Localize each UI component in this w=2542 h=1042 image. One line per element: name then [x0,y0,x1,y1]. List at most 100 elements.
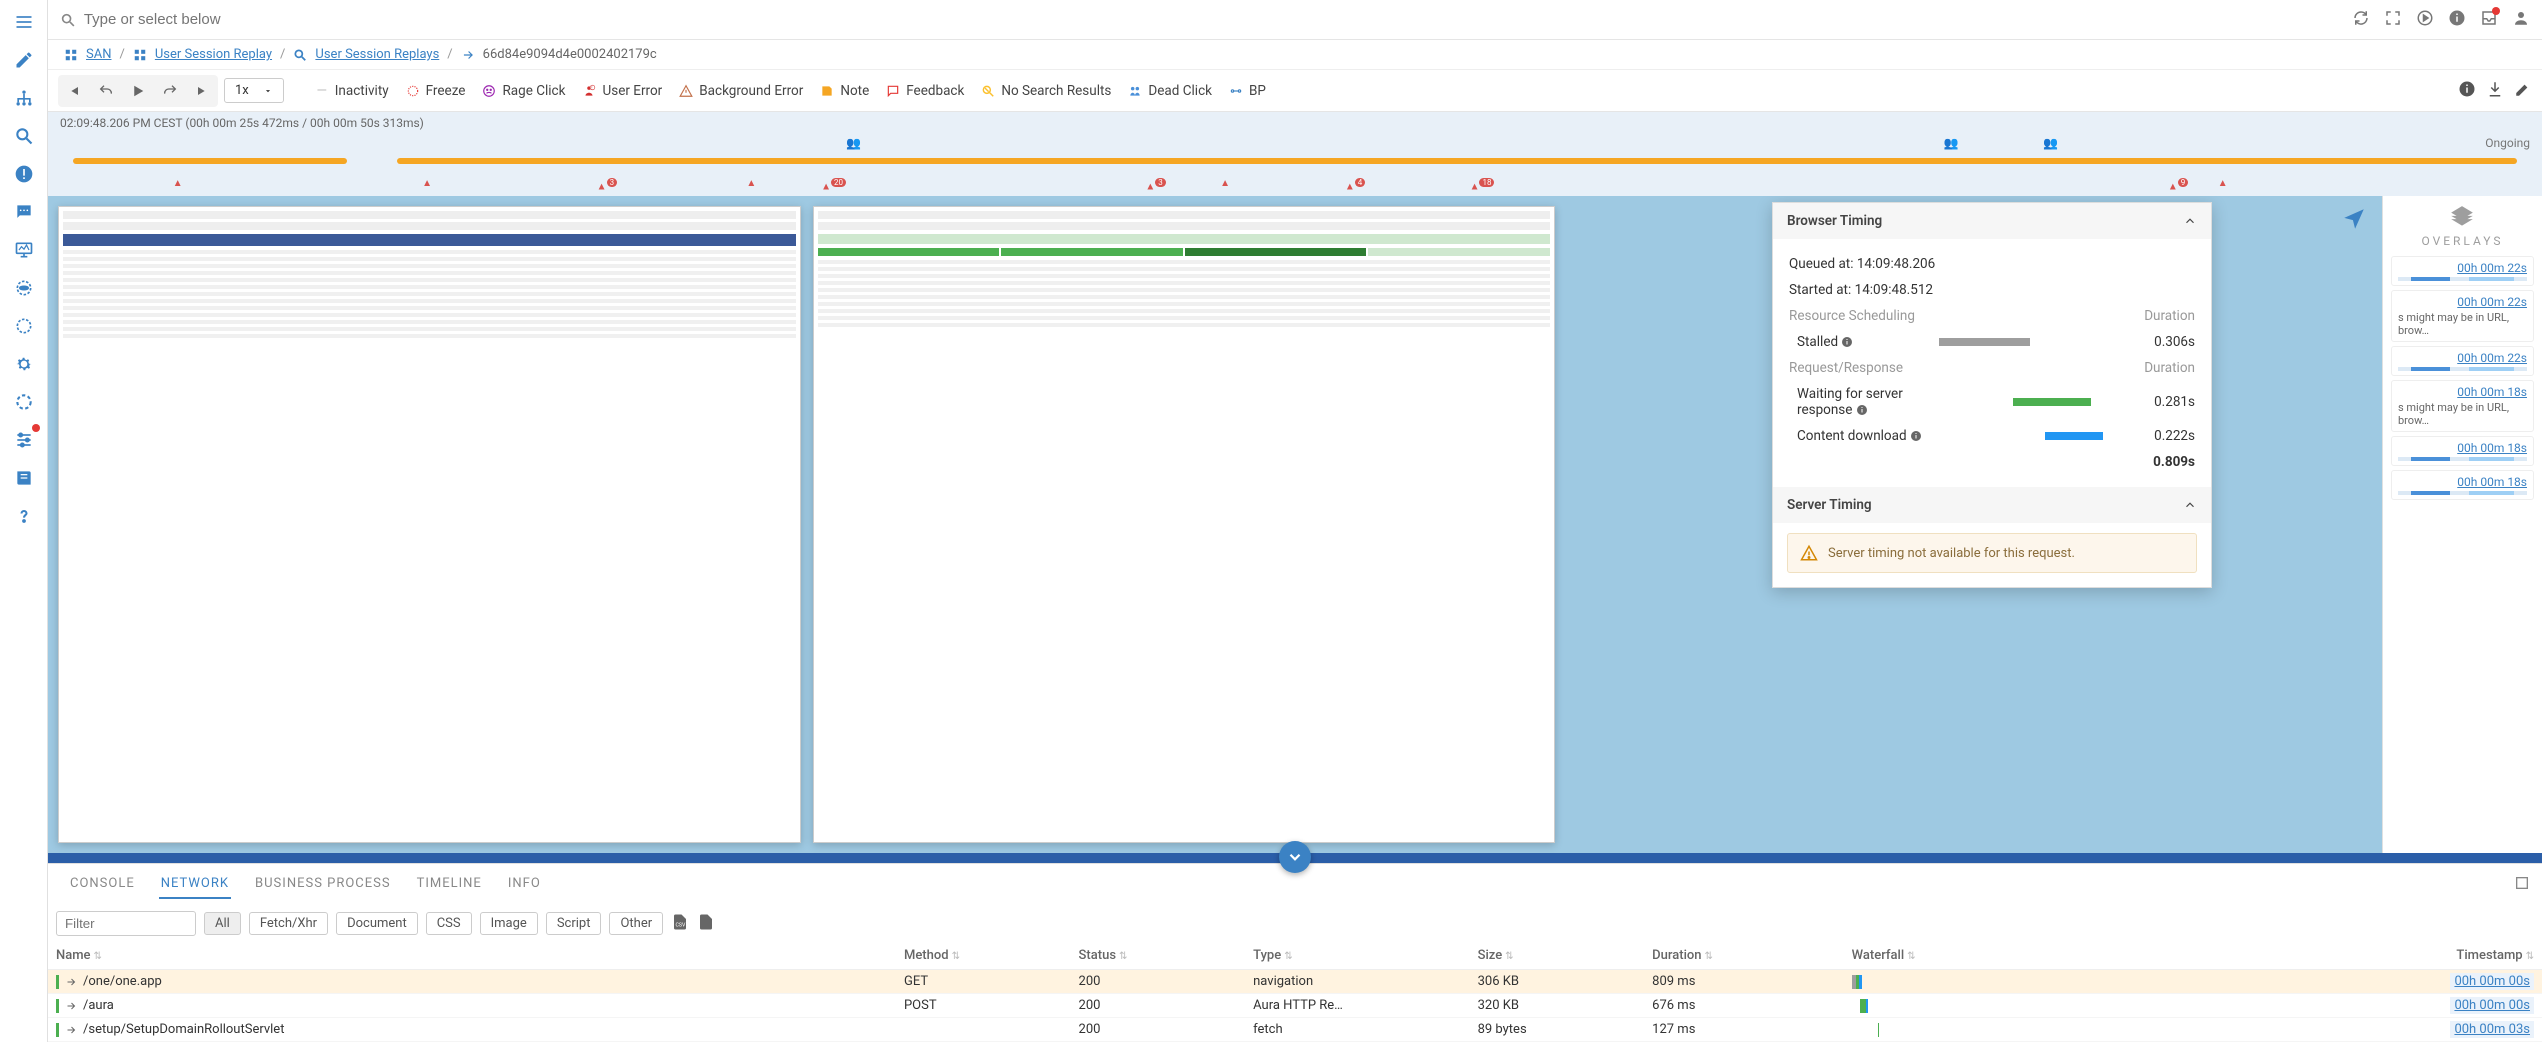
server-timing-header[interactable]: Server Timing [1773,487,2211,523]
user-marker-icon: 👥 [1943,136,1958,150]
overlay-item[interactable]: 00h 00m 18s [2391,470,2534,500]
overlay-time-link[interactable]: 00h 00m 22s [2457,351,2527,365]
filter-chip-script[interactable]: Script [546,912,602,935]
col-type[interactable]: Type⇅ [1245,942,1469,970]
annotation-inactivity[interactable]: —Inactivity [308,80,395,102]
timestamp-link[interactable]: 00h 00m 03s [2450,1021,2534,1038]
help-icon[interactable] [10,502,38,530]
overlay-item[interactable]: 00h 00m 22ss might may be in URL, brow… [2391,290,2534,342]
network-filter-input[interactable] [56,911,196,936]
overlays-panel: OVERLAYS 00h 00m 22s00h 00m 22ss might m… [2382,196,2542,853]
search-icon[interactable] [10,122,38,150]
user-icon[interactable] [2512,9,2530,31]
filter-chip-image[interactable]: Image [480,912,538,935]
export-csv-icon[interactable]: CSV [671,913,689,935]
annotation-rage-click[interactable]: Rage Click [475,80,571,102]
annotation-note[interactable]: Note [813,80,875,102]
browser-timing-header[interactable]: Browser Timing [1773,203,2211,239]
speed-select[interactable]: 1x [224,78,284,103]
filter-chip-document[interactable]: Document [336,912,418,935]
panel-divider[interactable] [48,853,2542,863]
annotation-dead-click[interactable]: Dead Click [1121,80,1218,102]
tab-info[interactable]: INFO [506,870,543,899]
network-row[interactable]: /auraPOST200Aura HTTP Re…320 KB676 ms00h… [48,994,2542,1018]
timestamp-link[interactable]: 00h 00m 00s [2450,997,2534,1014]
overlay-item[interactable]: 00h 00m 22s [2391,346,2534,376]
tab-console[interactable]: CONSOLE [68,870,137,899]
bottom-panel: CONSOLE NETWORK BUSINESS PROCESS TIMELINE IN… [48,863,2542,1042]
refresh-icon[interactable] [10,312,38,340]
timeline-track[interactable] [48,154,2542,178]
info-icon[interactable] [2448,9,2466,31]
crumb-replays[interactable]: User Session Replays [315,47,439,62]
info-small-icon[interactable] [2458,80,2476,102]
filter-chip-fetchxhr[interactable]: Fetch/Xhr [249,912,328,935]
global-search[interactable] [60,11,2342,28]
filter-chip-css[interactable]: CSS [426,912,472,935]
network-row[interactable]: /one/one.appGET200navigation306 KB809 ms… [48,970,2542,994]
inbox-icon[interactable] [2480,9,2498,31]
layers-icon [2449,204,2475,230]
loading-icon[interactable] [10,388,38,416]
user-marker-icon: 👥 [846,136,861,150]
overlay-item[interactable]: 00h 00m 22s [2391,256,2534,286]
maximize-panel-icon[interactable] [2514,875,2530,895]
overlay-time-link[interactable]: 00h 00m 18s [2457,385,2527,399]
overlay-item[interactable]: 00h 00m 18s [2391,436,2534,466]
timestamp-link[interactable]: 00h 00m 00s [2450,973,2534,990]
tab-timeline[interactable]: TIMELINE [415,870,484,899]
chat-icon[interactable] [10,198,38,226]
play-circle-icon[interactable] [2416,9,2434,31]
collapse-panel-button[interactable] [1279,841,1311,873]
crumb-replay[interactable]: User Session Replay [155,47,272,62]
filter-chip-other[interactable]: Other [609,912,663,935]
annotation-freeze[interactable]: Freeze [399,80,472,102]
network-row[interactable]: /setup/SetupDomainRolloutServlet200fetch… [48,1018,2542,1042]
global-search-input[interactable] [84,11,2342,28]
overlay-time-link[interactable]: 00h 00m 22s [2457,295,2527,309]
enter-icon [461,48,475,62]
crumb-san[interactable]: SAN [86,47,111,62]
pencil-icon[interactable] [2514,80,2532,102]
annotation-no-search-results[interactable]: No Search Results [974,80,1117,102]
annotation-user-error[interactable]: !User Error [575,80,668,102]
skip-forward-button[interactable] [188,77,216,105]
database-icon[interactable] [10,274,38,302]
location-icon[interactable] [2341,206,2367,236]
alert-icon[interactable] [10,160,38,188]
col-waterfall[interactable]: Waterfall⇅ [1844,942,2293,970]
export-icon[interactable] [697,913,715,935]
menu-icon[interactable] [10,8,38,36]
sliders-icon[interactable] [10,426,38,454]
skip-back-button[interactable] [60,77,88,105]
tab-business-process[interactable]: BUSINESS PROCESS [253,870,393,899]
col-timestamp[interactable]: Timestamp⇅ [2293,942,2542,970]
sitemap-icon[interactable] [10,84,38,112]
annotation-feedback[interactable]: Feedback [879,80,970,102]
filter-chip-all[interactable]: All [204,912,241,935]
play-button[interactable] [124,77,152,105]
timeline-markers: ▲ ▲ ▲3 ▲ ▲20 ▲3 ▲ ▲4 ▲18 ▲9 ▲ [48,178,2542,196]
redo-button[interactable] [156,77,184,105]
col-size[interactable]: Size⇅ [1470,942,1645,970]
edit-icon[interactable] [10,46,38,74]
reload-icon[interactable] [2352,9,2370,31]
overlay-time-link[interactable]: 00h 00m 22s [2457,261,2527,275]
annotation-bp[interactable]: BP [1222,80,1272,102]
book-icon[interactable] [10,464,38,492]
col-status[interactable]: Status⇅ [1071,942,1246,970]
overlay-time-link[interactable]: 00h 00m 18s [2457,441,2527,455]
annotation-background-error[interactable]: Background Error [672,80,809,102]
undo-button[interactable] [92,77,120,105]
tab-network[interactable]: NETWORK [159,870,231,899]
col-method[interactable]: Method⇅ [896,942,1071,970]
gear-icon[interactable] [10,350,38,378]
overlay-time-link[interactable]: 00h 00m 18s [2457,475,2527,489]
overlay-item[interactable]: 00h 00m 18ss might may be in URL, brow… [2391,380,2534,432]
monitor-icon[interactable] [10,236,38,264]
col-duration[interactable]: Duration⇅ [1644,942,1844,970]
replay-viewport[interactable]: Browser Timing Queued at: 14:09:48.206 S… [48,196,2382,853]
col-name[interactable]: Name⇅ [48,942,896,970]
fullscreen-icon[interactable] [2384,9,2402,31]
download-icon[interactable] [2486,80,2504,102]
